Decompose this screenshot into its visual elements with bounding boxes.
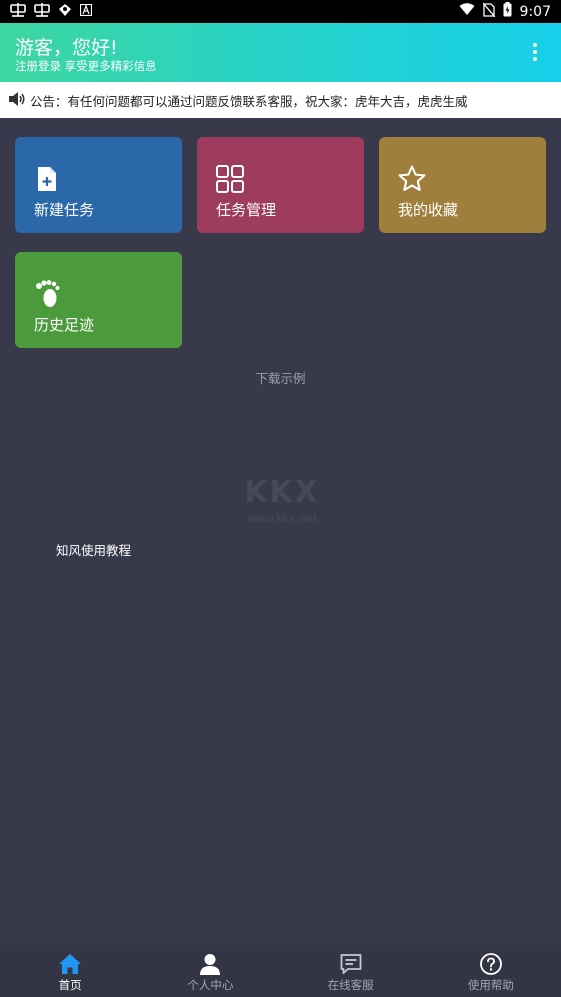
watermark: KKX www.kkx.net <box>222 475 342 525</box>
no-sim-icon <box>482 2 496 21</box>
user-icon <box>198 952 222 976</box>
notification-app-icon <box>79 3 93 19</box>
new-task-card[interactable]: 新建任务 <box>15 137 182 233</box>
status-bar: 9:07 <box>0 0 561 23</box>
grid-icon <box>215 164 245 194</box>
star-icon <box>397 164 427 194</box>
announcement-bar: 公告：有任何问题都可以通过问题反馈联系客服，祝大家：虎年大吉，虎虎生威 <box>0 82 561 118</box>
nav-label-profile: 个人中心 <box>187 977 234 992</box>
nav-label-support: 在线客服 <box>327 977 374 992</box>
history-card[interactable]: 历史足迹 <box>15 252 182 348</box>
watermark-brand: KKX <box>244 475 320 510</box>
footprint-icon <box>33 279 63 309</box>
my-favorites-card[interactable]: 我的收藏 <box>379 137 546 233</box>
announcement-text: 公告：有任何问题都可以通过问题反馈联系客服，祝大家：虎年大吉，虎虎生威 <box>30 93 468 109</box>
chat-icon <box>339 952 363 976</box>
status-bar-notifications <box>10 3 93 20</box>
status-time: 9:07 <box>519 3 551 20</box>
new-file-icon <box>33 164 63 194</box>
battery-charging-icon <box>503 2 512 21</box>
download-example-link[interactable]: 下载示例 <box>0 368 561 387</box>
task-management-card[interactable]: 任务管理 <box>197 137 364 233</box>
app-header: 游客，您好! 注册登录 享受更多精彩信息 <box>0 23 561 82</box>
task-management-label: 任务管理 <box>216 201 277 219</box>
nav-item-help[interactable]: 使用帮助 <box>421 945 561 997</box>
notification-app-icon <box>34 3 50 20</box>
nav-item-support[interactable]: 在线客服 <box>281 945 421 997</box>
notification-app-icon <box>58 3 72 20</box>
login-prompt[interactable]: 注册登录 享受更多精彩信息 <box>15 58 157 74</box>
bottom-navigation: 首页 个人中心 在线客服 使用帮助 <box>0 945 561 997</box>
greeting-text[interactable]: 游客，您好! <box>15 33 118 60</box>
nav-label-help: 使用帮助 <box>467 977 514 992</box>
notification-app-icon <box>10 3 26 20</box>
my-favorites-label: 我的收藏 <box>398 201 459 219</box>
more-options-icon[interactable] <box>531 43 539 61</box>
tutorial-link[interactable]: 知风使用教程 <box>56 540 131 559</box>
nav-item-home[interactable]: 首页 <box>0 945 140 997</box>
speaker-icon <box>8 91 30 110</box>
history-label: 历史足迹 <box>34 316 95 334</box>
help-icon <box>479 952 503 976</box>
home-icon <box>58 952 82 976</box>
wifi-icon <box>459 3 475 20</box>
nav-item-profile[interactable]: 个人中心 <box>140 945 280 997</box>
status-bar-system: 9:07 <box>459 2 551 21</box>
nav-label-home: 首页 <box>58 977 82 992</box>
new-task-label: 新建任务 <box>34 201 95 219</box>
watermark-url: www.kkx.net <box>246 512 318 525</box>
